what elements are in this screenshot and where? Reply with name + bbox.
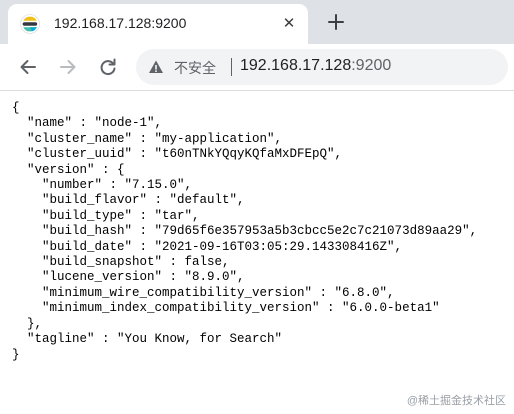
json-line: "minimum_index_compatibility_version" : … <box>12 301 440 316</box>
forward-button[interactable] <box>54 53 82 81</box>
close-tab-icon[interactable]: ✕ <box>280 15 298 33</box>
warning-triangle-icon[interactable] <box>148 59 164 75</box>
forward-arrow-icon <box>60 60 76 74</box>
json-line: "build_type" : "tar", <box>12 208 200 223</box>
page-content: { "name" : "node-1", "cluster_name" : "m… <box>0 91 514 414</box>
json-line: "tagline" : "You Know, for Search" <box>12 332 283 347</box>
json-line: } <box>12 347 20 362</box>
plus-icon <box>328 14 344 30</box>
url-port: :9200 <box>351 57 392 74</box>
url-host: 192.168.17.128 <box>240 57 352 74</box>
browser-toolbar: 不安全 192.168.17.128:9200 <box>0 44 514 91</box>
json-line: "build_snapshot" : false, <box>12 255 230 270</box>
json-line: "cluster_name" : "my-application", <box>12 131 283 146</box>
reload-button[interactable] <box>94 53 122 81</box>
browser-window: 192.168.17.128:9200 ✕ 不安全 192.168.17.128… <box>0 0 514 414</box>
json-line: }, <box>12 316 43 331</box>
tab-strip: 192.168.17.128:9200 ✕ <box>0 0 514 44</box>
elasticsearch-icon <box>20 14 40 34</box>
json-response: { "name" : "node-1", "cluster_name" : "m… <box>12 101 477 363</box>
json-line: "build_date" : "2021-09-16T03:05:29.1433… <box>12 239 403 254</box>
back-arrow-icon <box>20 60 36 74</box>
json-line: "lucene_version" : "8.9.0", <box>12 270 245 285</box>
url-text[interactable]: 192.168.17.128:9200 <box>240 57 391 75</box>
watermark: @稀土掘金技术社区 <box>406 395 506 407</box>
json-line: { <box>12 101 20 115</box>
json-line: "build_hash" : "79d65f6e357953a5b3cbcc5e… <box>12 224 478 239</box>
json-line: "build_flavor" : "default", <box>12 193 245 208</box>
json-line: "name" : "node-1", <box>12 116 163 131</box>
tab-active[interactable]: 192.168.17.128:9200 ✕ <box>8 4 308 44</box>
json-line: "version" : { <box>12 162 125 177</box>
new-tab-button[interactable] <box>320 8 352 36</box>
json-line: "number" : "7.15.0", <box>12 178 193 193</box>
reload-icon <box>100 58 116 76</box>
tab-title: 192.168.17.128:9200 <box>54 15 187 31</box>
back-button[interactable] <box>14 53 42 81</box>
json-line: "cluster_uuid" : "t60nTNkYQqyKQfaMxDFEpQ… <box>12 147 343 162</box>
json-line: "minimum_wire_compatibility_version" : "… <box>12 285 395 300</box>
url-separator <box>231 58 232 76</box>
security-label[interactable]: 不安全 <box>174 58 216 78</box>
address-bar[interactable]: 不安全 192.168.17.128:9200 <box>136 49 508 85</box>
